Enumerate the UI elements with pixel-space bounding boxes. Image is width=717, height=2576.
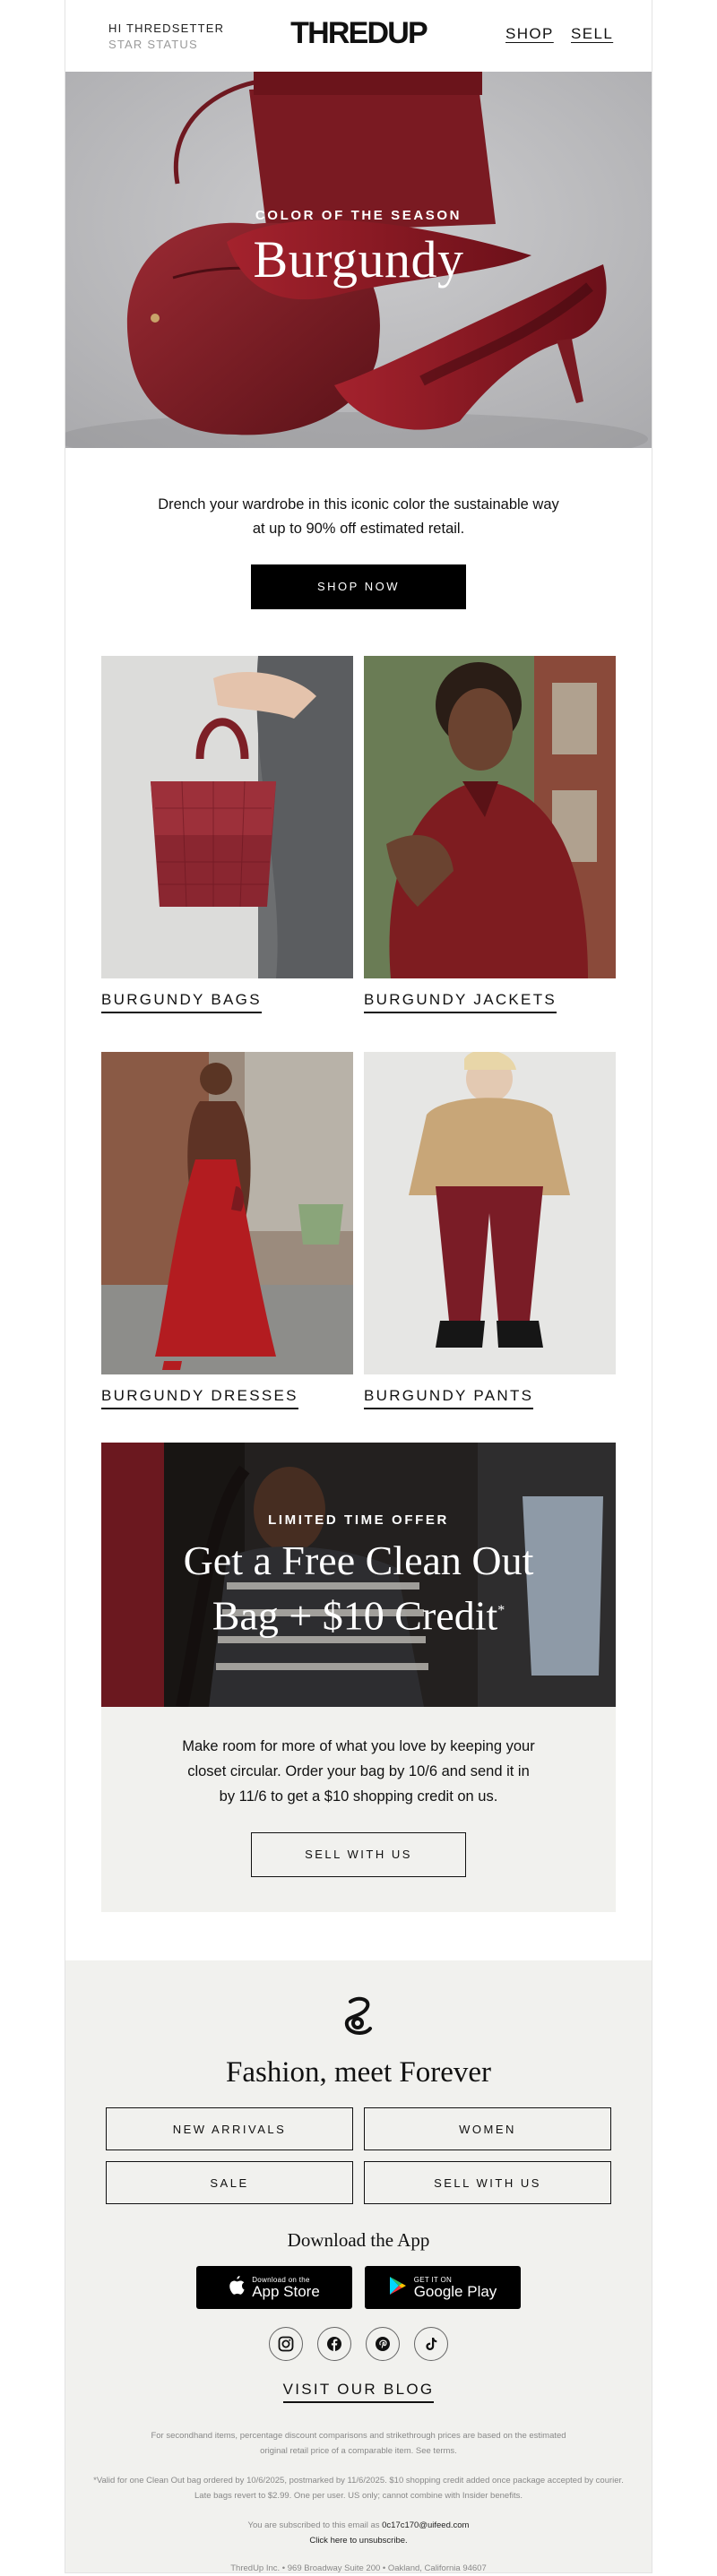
footer-link-new-arrivals[interactable]: NEW ARRIVALS (106, 2107, 353, 2150)
unsubscribe-link[interactable]: Click here to unsubscribe. (309, 2536, 407, 2546)
footer-link-sell-with-us[interactable]: SELL WITH US (364, 2161, 611, 2204)
footer-link-sale[interactable]: SALE (106, 2161, 353, 2204)
intro-text: Drench your wardrobe in this iconic colo… (158, 496, 559, 537)
hero-title: Burgundy (253, 230, 464, 289)
promo-title: Get a Free Clean Out Bag + $10 Credit* (101, 1536, 616, 1641)
promo-text: Make room for more of what you love by k… (182, 1738, 535, 1805)
promo-body: Make room for more of what you love by k… (101, 1707, 616, 1912)
google-play-icon (389, 2276, 407, 2300)
app-store-big-text: App Store (252, 2282, 320, 2300)
promo-title-line2: Bag + $10 Credit* (101, 1586, 616, 1641)
promo-title-line1: Get a Free Clean Out (183, 1538, 534, 1583)
category-label-pants[interactable]: BURGUNDY PANTS (364, 1387, 534, 1409)
subscription-info: You are subscribed to this email as 0c17… (65, 2518, 652, 2548)
pinterest-icon[interactable] (366, 2327, 400, 2361)
apple-icon (229, 2276, 245, 2299)
category-card-jackets[interactable]: BURGUNDY JACKETS (364, 656, 616, 1013)
dresses-image[interactable] (101, 1052, 353, 1374)
tiktok-icon[interactable] (414, 2327, 448, 2361)
social-links (65, 2327, 652, 2361)
app-store-button[interactable]: Download on the App Store (196, 2266, 352, 2309)
email-container: HI THREDSETTER STAR STATUS THREDUP SHOP … (65, 0, 652, 2573)
promo-section: LIMITED TIME OFFER Get a Free Clean Out … (101, 1443, 616, 1912)
nav-shop-link[interactable]: SHOP (505, 25, 554, 43)
download-app-title: Download the App (287, 2229, 430, 2251)
category-label-jackets[interactable]: BURGUNDY JACKETS (364, 991, 557, 1013)
email-footer: Fashion, meet Forever NEW ARRIVALS WOMEN… (65, 1960, 652, 2573)
subscribed-prefix: You are subscribed to this email as (247, 2520, 380, 2530)
promo-title-line2-text: Bag + $10 Credit (212, 1592, 498, 1639)
facebook-icon[interactable] (317, 2327, 351, 2361)
thredup-mark-icon[interactable] (65, 1996, 652, 2044)
email-header: HI THREDSETTER STAR STATUS THREDUP SHOP … (65, 0, 652, 72)
promo-title-asterisk: * (497, 1603, 505, 1618)
promo-eyebrow: LIMITED TIME OFFER (268, 1512, 449, 1528)
jackets-image[interactable] (364, 656, 616, 978)
google-play-big-text: Google Play (413, 2282, 497, 2300)
bags-image[interactable] (101, 656, 353, 978)
thredup-logo[interactable]: THREDUP (65, 16, 652, 51)
offer-disclaimer: *Valid for one Clean Out bag ordered by … (93, 2476, 624, 2501)
company-address: ThredUp Inc. • 969 Broadway Suite 200 • … (230, 2563, 487, 2573)
hero-eyebrow: COLOR OF THE SEASON (255, 208, 462, 223)
footer-link-women[interactable]: WOMEN (364, 2107, 611, 2150)
category-card-dresses[interactable]: BURGUNDY DRESSES (101, 1052, 353, 1409)
promo-banner[interactable]: LIMITED TIME OFFER Get a Free Clean Out … (101, 1443, 616, 1707)
visit-blog-link[interactable]: VISIT OUR BLOG (282, 2381, 435, 2403)
footer-links: NEW ARRIVALS WOMEN SALE SELL WITH US (106, 2107, 611, 2211)
app-store-badges: Download on the App Store GET IT ON Goog… (65, 2266, 652, 2309)
footer-tagline: Fashion, meet Forever (225, 2056, 492, 2089)
subscriber-email: 0c17c170@uifeed.com (382, 2520, 470, 2530)
category-card-pants[interactable]: BURGUNDY PANTS (364, 1052, 616, 1409)
nav-sell-link[interactable]: SELL (571, 25, 613, 43)
pants-image[interactable] (364, 1052, 616, 1374)
category-card-bags[interactable]: BURGUNDY BAGS (101, 656, 353, 1013)
hero-banner[interactable]: COLOR OF THE SEASON Burgundy (65, 72, 652, 448)
instagram-icon[interactable] (269, 2327, 303, 2361)
category-label-bags[interactable]: BURGUNDY BAGS (101, 991, 262, 1013)
pricing-disclaimer: For secondhand items, percentage discoun… (151, 2431, 566, 2456)
category-grid: BURGUNDY BAGS BURGUNDY JACKETS BURGUNDY … (65, 656, 652, 1443)
sell-with-us-button[interactable]: SELL WITH US (251, 1832, 466, 1877)
google-play-button[interactable]: GET IT ON Google Play (365, 2266, 521, 2309)
shop-now-button[interactable]: SHOP NOW (251, 564, 466, 609)
category-label-dresses[interactable]: BURGUNDY DRESSES (101, 1387, 298, 1409)
